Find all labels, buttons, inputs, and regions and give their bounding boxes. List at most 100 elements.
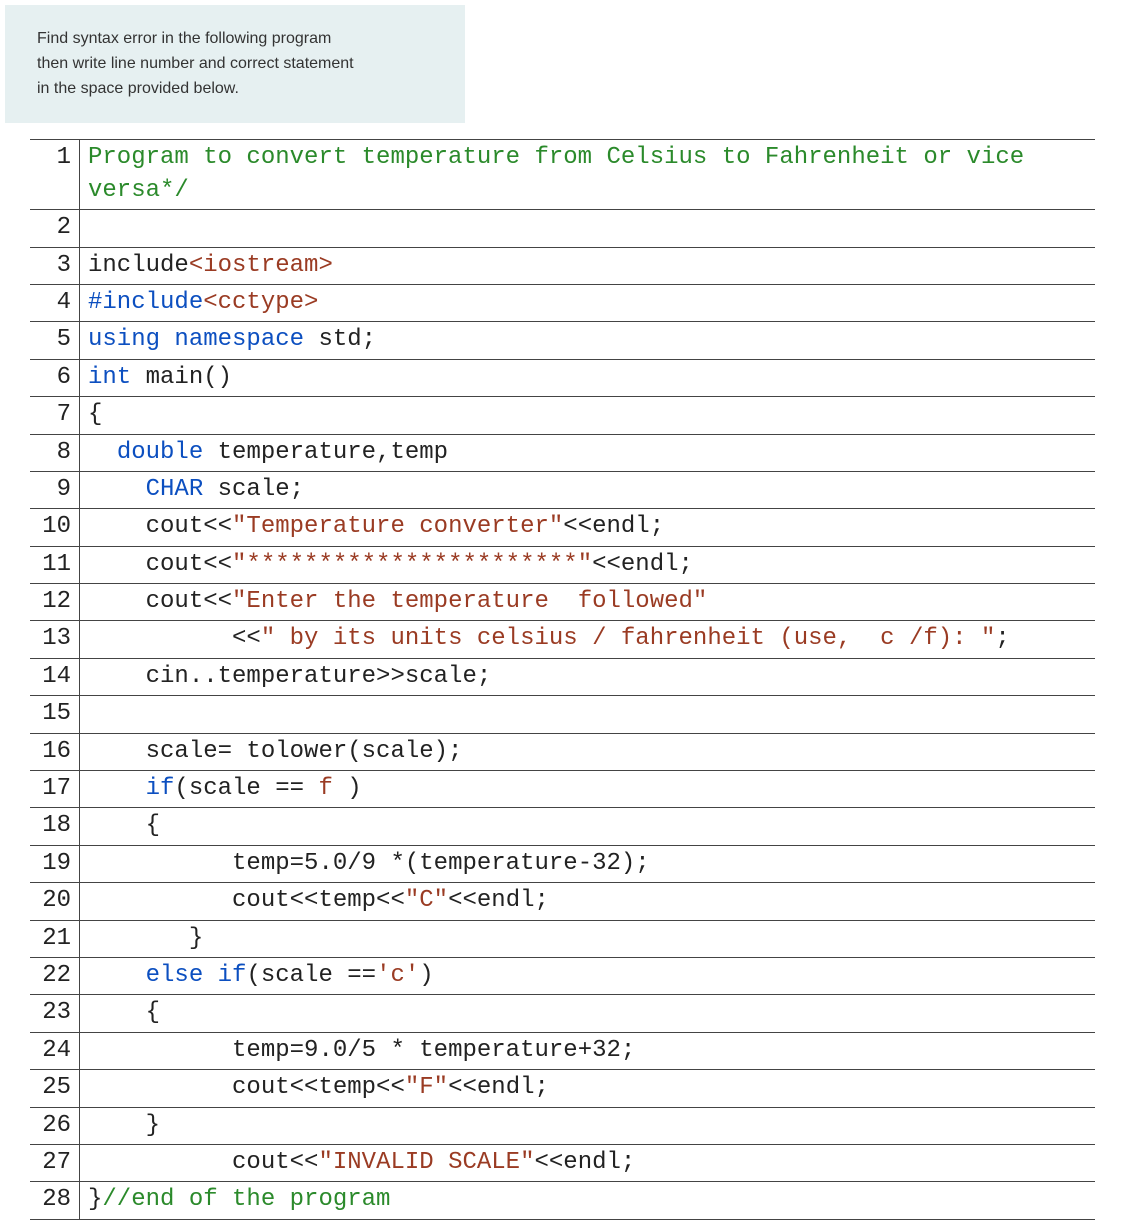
code-token: #include — [88, 289, 203, 316]
code-cell: temp=5.0/9 *(temperature-32); — [80, 846, 1095, 882]
page-root: Find syntax error in the following progr… — [0, 5, 1125, 1220]
code-row: 28}//end of the program — [30, 1182, 1095, 1219]
code-row: 23 { — [30, 995, 1095, 1032]
code-cell: using namespace std; — [80, 322, 1095, 358]
code-token: ) — [419, 962, 433, 989]
code-cell: cin..temperature>>scale; — [80, 659, 1095, 695]
line-number: 2 — [30, 210, 80, 246]
code-token — [88, 962, 146, 989]
code-token: << — [88, 625, 261, 652]
code-token: Program to convert temperature from Cels… — [88, 144, 1039, 203]
line-number: 4 — [30, 285, 80, 321]
code-cell — [80, 696, 1095, 732]
code-token: scale; — [203, 476, 304, 503]
code-token: "C" — [405, 887, 448, 914]
line-number: 20 — [30, 883, 80, 919]
code-token: } — [88, 1112, 160, 1139]
code-token: //end of the program — [102, 1186, 390, 1213]
code-token: main() — [131, 364, 232, 391]
code-row: 13 <<" by its units celsius / fahrenheit… — [30, 621, 1095, 658]
code-token: cout<< — [88, 1149, 318, 1176]
line-number: 13 — [30, 621, 80, 657]
code-row: 18 { — [30, 808, 1095, 845]
code-cell: }//end of the program — [80, 1182, 1095, 1218]
code-row: 6int main() — [30, 360, 1095, 397]
code-cell — [80, 210, 1095, 246]
code-token — [203, 962, 217, 989]
code-token: } — [88, 1186, 102, 1213]
code-token: <cctype> — [203, 289, 318, 316]
code-token: "F" — [405, 1074, 448, 1101]
line-number: 26 — [30, 1108, 80, 1144]
code-row: 26 } — [30, 1108, 1095, 1145]
line-number: 10 — [30, 509, 80, 545]
code-token — [160, 326, 174, 353]
code-token: using — [88, 326, 160, 353]
code-cell: CHAR scale; — [80, 472, 1095, 508]
code-row: 2 — [30, 210, 1095, 247]
code-token: scale= tolower(scale); — [88, 738, 462, 765]
code-token: cout<<temp<< — [88, 887, 405, 914]
code-block: 1Program to convert temperature from Cel… — [30, 139, 1095, 1219]
code-cell: <<" by its units celsius / fahrenheit (u… — [80, 621, 1095, 657]
code-token: double — [117, 439, 203, 466]
code-row: 27 cout<<"INVALID SCALE"<<endl; — [30, 1145, 1095, 1182]
code-row: 15 — [30, 696, 1095, 733]
code-cell: cout<<"Temperature converter"<<endl; — [80, 509, 1095, 545]
code-token: { — [88, 401, 102, 428]
code-token: temp=9.0/5 * temperature+32; — [88, 1037, 635, 1064]
line-number: 18 — [30, 808, 80, 844]
code-token — [88, 476, 146, 503]
code-token: (scale == — [246, 962, 376, 989]
line-number: 15 — [30, 696, 80, 732]
code-cell: { — [80, 808, 1095, 844]
code-token: include — [88, 252, 189, 279]
code-row: 1Program to convert temperature from Cel… — [30, 140, 1095, 210]
line-number: 21 — [30, 921, 80, 957]
code-row: 12 cout<<"Enter the temperature followed… — [30, 584, 1095, 621]
code-cell: cout<<"INVALID SCALE"<<endl; — [80, 1145, 1095, 1181]
code-token: temp=5.0/9 *(temperature-32); — [88, 850, 650, 877]
line-number: 3 — [30, 248, 80, 284]
code-cell: } — [80, 1108, 1095, 1144]
code-token: temperature,temp — [203, 439, 448, 466]
code-token: <<endl; — [535, 1149, 636, 1176]
line-number: 12 — [30, 584, 80, 620]
question-prompt: Find syntax error in the following progr… — [5, 5, 465, 123]
line-number: 7 — [30, 397, 80, 433]
code-cell: } — [80, 921, 1095, 957]
code-token: namespace — [174, 326, 304, 353]
code-token: { — [88, 812, 160, 839]
code-row: 4 #include<cctype> — [30, 285, 1095, 322]
code-row: 17 if(scale == f ) — [30, 771, 1095, 808]
code-row: 21 } — [30, 921, 1095, 958]
code-row: 20 cout<<temp<<"C"<<endl; — [30, 883, 1095, 920]
code-cell: cout<<"Enter the temperature followed" — [80, 584, 1095, 620]
code-row: 22 else if(scale =='c') — [30, 958, 1095, 995]
code-cell: temp=9.0/5 * temperature+32; — [80, 1033, 1095, 1069]
code-cell: cout<<temp<<"C"<<endl; — [80, 883, 1095, 919]
prompt-line-3: in the space provided below. — [37, 80, 239, 97]
code-token: cout<< — [88, 588, 232, 615]
code-cell: if(scale == f ) — [80, 771, 1095, 807]
code-token — [88, 439, 117, 466]
code-token: std; — [304, 326, 376, 353]
line-number: 1 — [30, 140, 80, 209]
line-number: 5 — [30, 322, 80, 358]
code-token: <iostream> — [189, 252, 333, 279]
line-number: 27 — [30, 1145, 80, 1181]
code-row: 8 double temperature,temp — [30, 435, 1095, 472]
code-token: f — [318, 775, 332, 802]
code-token: cout<< — [88, 513, 232, 540]
code-token: CHAR — [146, 476, 204, 503]
code-token — [88, 775, 146, 802]
line-number: 28 — [30, 1182, 80, 1218]
code-row: 7{ — [30, 397, 1095, 434]
code-row: 5using namespace std; — [30, 322, 1095, 359]
line-number: 17 — [30, 771, 80, 807]
code-row: 25 cout<<temp<<"F"<<endl; — [30, 1070, 1095, 1107]
code-cell: include<iostream> — [80, 248, 1095, 284]
code-row: 9 CHAR scale; — [30, 472, 1095, 509]
code-cell: else if(scale =='c') — [80, 958, 1095, 994]
code-cell: double temperature,temp — [80, 435, 1095, 471]
